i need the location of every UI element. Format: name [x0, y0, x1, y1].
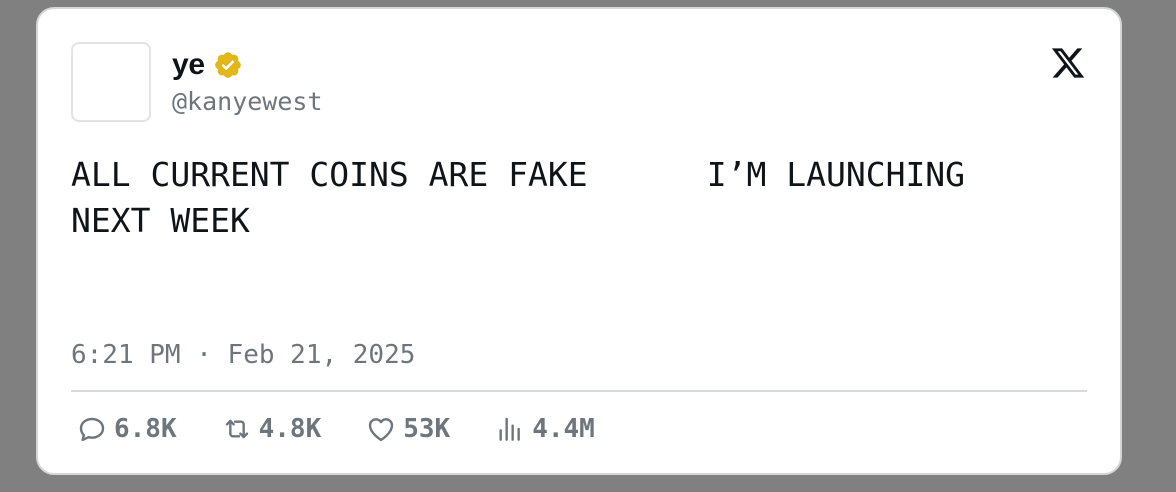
verified-badge-icon [214, 52, 241, 78]
views-icon [499, 417, 521, 441]
repost-count: 4.8K [258, 414, 322, 444]
avatar[interactable] [71, 42, 151, 122]
like-count: 53K [403, 414, 451, 444]
like-stat[interactable]: 53K [365, 411, 450, 447]
tweet-date: Feb 21, 2025 [227, 340, 416, 370]
engagement-stats: 6.8K 4.8K 53K 4.4M [76, 411, 639, 447]
repost-icon [225, 419, 248, 439]
x-logo-icon[interactable] [1050, 45, 1086, 81]
divider [71, 390, 1087, 392]
timestamp[interactable]: 6:21 PM · Feb 21, 2025 [71, 338, 415, 372]
view-count: 4.4M [532, 414, 595, 444]
heart-icon [369, 418, 394, 442]
tweet-time: 6:21 PM [71, 340, 181, 370]
reply-count: 6.8K [114, 414, 177, 444]
repost-stat[interactable]: 4.8K [221, 411, 322, 447]
reply-icon [79, 417, 105, 442]
author-handle[interactable]: @kanyewest [172, 87, 323, 117]
tweet-card: ye @kanyewest ALL CURRENT COINS ARE FAKE… [36, 7, 1122, 475]
display-name[interactable]: ye [172, 47, 205, 83]
tweet-text: ALL CURRENT COINS ARE FAKE I’M LAUNCHING… [71, 155, 966, 240]
reply-stat[interactable]: 6.8K [76, 411, 177, 447]
timestamp-separator: · [196, 340, 212, 370]
views-stat[interactable]: 4.4M [494, 411, 595, 447]
author-name-row: ye [172, 47, 243, 83]
